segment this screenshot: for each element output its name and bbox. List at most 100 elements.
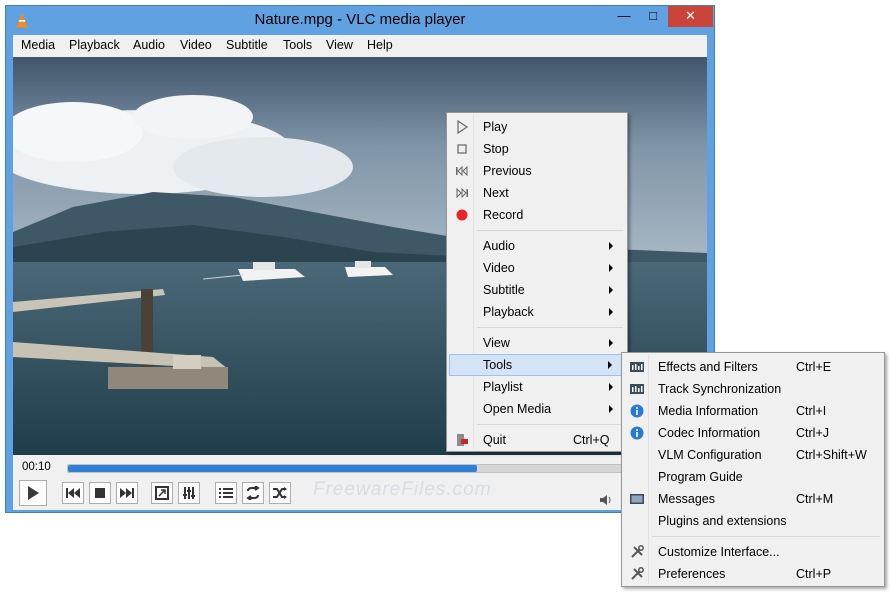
menu-item-label: Next [483,186,509,200]
minimize-button[interactable]: — [610,6,638,27]
extended-settings-button[interactable] [178,482,200,504]
menu-item-video[interactable]: Video [449,257,625,279]
previous-icon [456,165,468,177]
fullscreen-icon [155,486,169,500]
watermark-text: FreewareFiles.com [313,479,492,500]
equalizer-icon [630,384,644,394]
menu-item-shortcut: Ctrl+Q [573,433,610,447]
submenu-arrow-icon [609,405,613,413]
stop-icon [457,144,467,154]
menu-item-track-synchronization[interactable]: Track Synchronization [624,378,882,400]
menu-audio[interactable]: Audio [133,38,165,52]
shuffle-button[interactable] [269,482,291,504]
menu-item-label: Program Guide [658,470,743,484]
tools-submenu: Effects and Filters Ctrl+E Track Synchro… [621,352,885,587]
menu-separator [477,327,623,328]
submenu-arrow-icon [609,339,613,347]
next-button[interactable] [116,482,138,504]
play-icon [457,120,469,134]
menu-item-label: Subtitle [483,283,525,297]
submenu-arrow-icon [609,242,613,250]
submenu-arrow-icon [609,264,613,272]
submenu-arrow-icon [609,308,613,316]
menu-video[interactable]: Video [180,38,212,52]
seek-slider[interactable] [67,464,629,473]
menu-item-tools[interactable]: Tools [449,354,625,376]
menu-item-shortcut: Ctrl+P [796,567,832,581]
menu-item-label: View [483,336,510,350]
menu-item-audio[interactable]: Audio [449,235,625,257]
menu-item-playback[interactable]: Playback [449,301,625,323]
menu-item-label: Audio [483,239,515,253]
close-button[interactable]: ✕ [668,6,713,27]
menu-item-effects-and-filters[interactable]: Effects and Filters Ctrl+E [624,356,882,378]
menu-item-open-media[interactable]: Open Media [449,398,625,420]
menu-playback[interactable]: Playback [69,38,120,52]
terminal-icon [630,494,644,504]
title-bar[interactable]: Nature.mpg - VLC media player — □ ✕ [6,6,714,34]
playlist-icon [219,488,233,498]
menu-item-plugins-and-extensions[interactable]: Plugins and extensions [624,510,882,532]
equalizer-icon [630,362,644,372]
menu-item-label: Codec Information [658,426,761,440]
menu-item-label: Stop [483,142,509,156]
wrench-icon [631,545,644,558]
menu-item-codec-information[interactable]: Codec Information Ctrl+J [624,422,882,444]
previous-button[interactable] [62,482,84,504]
window-title: Nature.mpg - VLC media player [254,11,466,28]
sliders-icon [183,487,195,499]
next-icon [120,488,134,498]
menu-item-play[interactable]: Play [449,116,625,138]
menu-item-shortcut: Ctrl+M [796,492,834,506]
menu-tools[interactable]: Tools [283,38,312,52]
menu-item-label: Open Media [483,402,552,416]
menu-item-label: Quit [483,433,506,447]
playlist-button[interactable] [215,482,237,504]
play-button[interactable] [19,480,47,506]
menu-item-record[interactable]: Record [449,204,625,226]
menu-item-messages[interactable]: Messages Ctrl+M [624,488,882,510]
loop-button[interactable] [242,482,264,504]
menu-item-shortcut: Ctrl+Shift+W [796,448,867,462]
menu-item-previous[interactable]: Previous [449,160,625,182]
menu-item-next[interactable]: Next [449,182,625,204]
menu-item-stop[interactable]: Stop [449,138,625,160]
record-icon [456,209,468,221]
menu-item-label: VLM Configuration [658,448,762,462]
menu-separator [477,230,623,231]
volume-icon[interactable] [599,494,613,506]
menu-item-view[interactable]: View [449,332,625,354]
maximize-button[interactable]: □ [639,6,667,27]
menu-view[interactable]: View [326,38,353,52]
menu-item-playlist[interactable]: Playlist [449,376,625,398]
menu-item-vlm-configuration[interactable]: VLM Configuration Ctrl+Shift+W [624,444,882,466]
menu-help[interactable]: Help [367,38,393,52]
context-menu: Play Stop Previous Next Record Audio Vid… [446,112,628,452]
menu-item-quit[interactable]: Quit Ctrl+Q [449,429,625,451]
menu-item-program-guide[interactable]: Program Guide [624,466,882,488]
submenu-arrow-icon [609,286,613,294]
submenu-arrow-icon [609,383,613,391]
menu-item-label: Media Information [658,404,759,418]
menu-media[interactable]: Media [21,38,55,52]
menu-item-label: Playback [483,305,534,319]
fullscreen-button[interactable] [151,482,173,504]
menu-item-customize-interface[interactable]: Customize Interface... [624,541,882,563]
menu-item-label: Effects and Filters [658,360,758,374]
menu-item-preferences[interactable]: Preferences Ctrl+P [624,563,882,585]
submenu-arrow-icon [608,361,612,369]
menu-bar: Media Playback Audio Video Subtitle Tool… [13,35,707,57]
menu-subtitle[interactable]: Subtitle [226,38,268,52]
menu-item-label: Playlist [483,380,523,394]
shuffle-icon [273,487,287,499]
menu-item-label: Messages [658,492,715,506]
menu-item-label: Plugins and extensions [658,514,787,528]
menu-item-subtitle[interactable]: Subtitle [449,279,625,301]
menu-item-label: Track Synchronization [658,382,782,396]
stop-button[interactable] [89,482,111,504]
menu-separator [477,424,623,425]
menu-item-label: Play [483,120,508,134]
controls-bar: 00:10 FreewareFiles.com [13,455,707,510]
menu-item-media-information[interactable]: Media Information Ctrl+I [624,400,882,422]
info-icon [630,426,644,440]
